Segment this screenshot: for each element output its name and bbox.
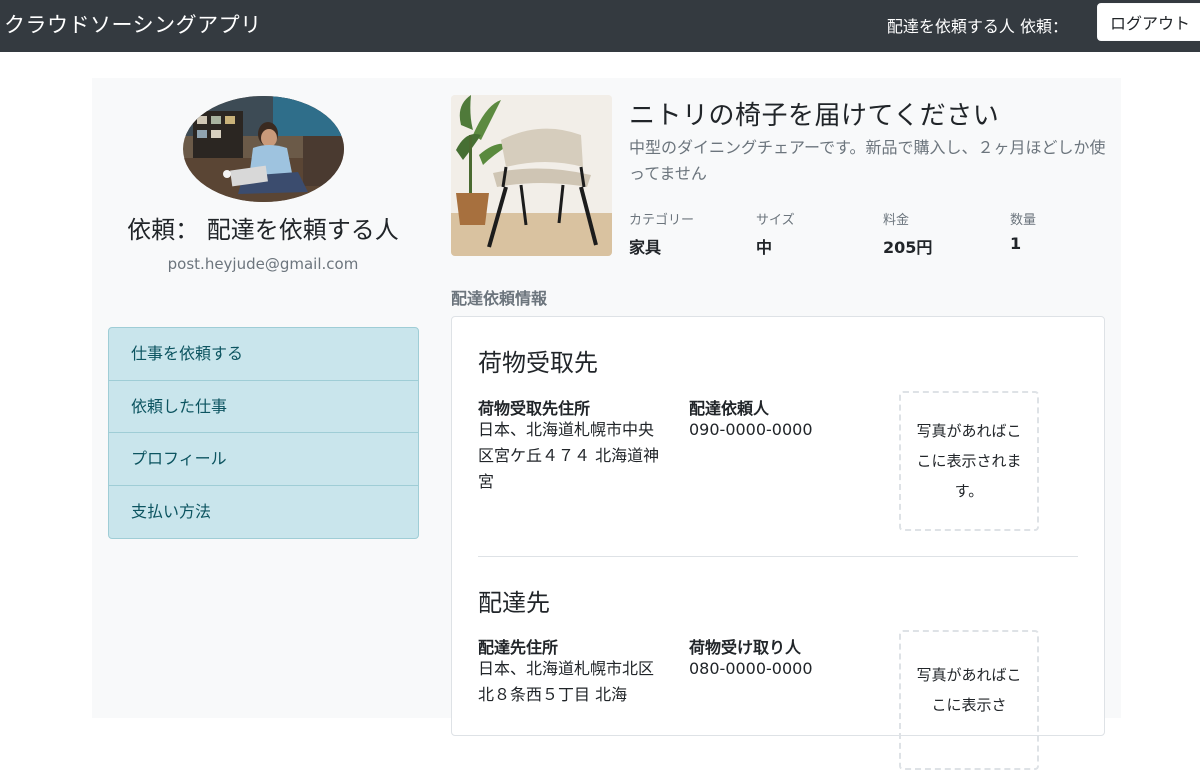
- delivery-section-label: 配達依頼情報: [451, 289, 548, 308]
- pickup-address-label: 荷物受取先住所: [478, 399, 591, 418]
- brand-title[interactable]: クラウドソーシングアプリ: [4, 9, 262, 39]
- profile-email: post.heyjude@gmail.com: [167, 255, 359, 273]
- avatar: [183, 96, 344, 202]
- meta-size-value: 中: [756, 238, 773, 257]
- dropoff-photo-placeholder: 写真があればここに表示さ: [899, 630, 1039, 770]
- card-divider: [478, 556, 1078, 557]
- menu-item-request-job[interactable]: 仕事を依頼する: [109, 328, 418, 381]
- meta-price-value: 205円: [883, 238, 933, 257]
- meta-price: 料金 205円: [883, 209, 1003, 258]
- dropoff-address-value: 日本、北海道札幌市北区北８条西５丁目 北海: [478, 659, 655, 704]
- menu-item-payment-method[interactable]: 支払い方法: [109, 486, 418, 539]
- dropoff-address-label: 配達先住所: [478, 638, 559, 657]
- logout-button[interactable]: ログアウト: [1097, 3, 1200, 41]
- meta-price-label: 料金: [883, 213, 910, 228]
- pickup-address-value: 日本、北海道札幌市中央区宮ケ丘４７４ 北海道神宮: [478, 420, 660, 491]
- product-image: [451, 95, 612, 256]
- product-title: ニトリの椅子を届けてください: [629, 101, 1000, 131]
- nav-user-label: 配達を依頼する人 依頼：: [886, 17, 1068, 36]
- meta-size-label: サイズ: [756, 213, 795, 228]
- menu-item-requested-jobs[interactable]: 依頼した仕事: [109, 381, 418, 433]
- navbar: クラウドソーシングアプリ 配達を依頼する人 依頼： ログアウト: [0, 0, 1200, 52]
- meta-quantity-value: 1: [1010, 234, 1022, 253]
- sidebar-menu: 仕事を依頼する 依頼した仕事 プロフィール 支払い方法: [108, 327, 419, 539]
- meta-size: サイズ 中: [756, 209, 876, 258]
- pickup-heading: 荷物受取先: [478, 349, 598, 377]
- dropoff-heading: 配達先: [478, 589, 550, 617]
- menu-item-profile[interactable]: プロフィール: [109, 433, 418, 486]
- pickup-person-value: 090-0000-0000: [689, 420, 813, 439]
- meta-quantity-label: 数量: [1010, 213, 1037, 228]
- meta-quantity: 数量 1: [1010, 209, 1130, 253]
- profile-title: 依頼： 配達を依頼する人: [127, 216, 399, 244]
- product-description: 中型のダイニングチェアーです。新品で購入し、２ヶ月ほどしか使ってません: [629, 138, 1106, 183]
- pickup-photo-placeholder: 写真があればここに表示されます。: [899, 391, 1039, 531]
- meta-category-value: 家具: [629, 238, 662, 257]
- meta-category: カテゴリー 家具: [629, 209, 749, 258]
- dropoff-person-label: 荷物受け取り人: [689, 638, 802, 657]
- meta-category-label: カテゴリー: [629, 213, 695, 228]
- pickup-person-label: 配達依頼人: [689, 399, 770, 418]
- dropoff-person-value: 080-0000-0000: [689, 659, 813, 678]
